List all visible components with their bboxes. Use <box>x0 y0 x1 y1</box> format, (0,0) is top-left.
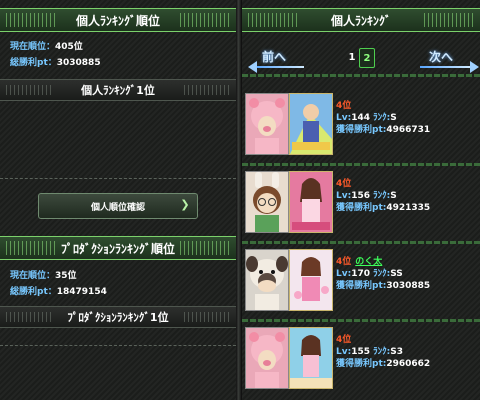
chevron-right-icon: ❯ <box>180 198 190 211</box>
row-info: 4位 Lv:155 ﾗﾝｸ:S3 獲得勝利pt:2960662 <box>336 335 431 369</box>
production-total-points: 総勝利pt：18479154 <box>10 287 107 297</box>
ranking-row[interactable]: 4位 Lv:156 ﾗﾝｸ:S 獲得勝利pt:4921335 <box>242 168 480 246</box>
idol-card-image <box>289 327 333 389</box>
divider <box>0 178 236 179</box>
pig-avatar-icon <box>245 93 289 155</box>
next-arrow-icon <box>420 66 470 68</box>
row-separator <box>242 163 480 166</box>
production-ranking-header: ﾌﾟﾛﾀﾞｸｼｮﾝﾗﾝｷﾝｸﾞ順位 <box>0 236 236 260</box>
prev-arrow-icon <box>256 66 304 68</box>
current-rank: 現在順位：405位 <box>10 42 83 52</box>
personal-ranking-header: 個人ﾗﾝｷﾝｸﾞ順位 <box>0 8 236 32</box>
idol-card-image <box>289 249 333 311</box>
pig-avatar-icon <box>245 327 289 389</box>
personal-ranking-header-label: 個人ﾗﾝｷﾝｸﾞ順位 <box>75 13 160 28</box>
idol-card-image <box>289 93 333 155</box>
personal-top-header: 個人ﾗﾝｷﾝｸﾞ1位 <box>0 79 236 101</box>
divider <box>0 345 236 346</box>
production-current-rank: 現在順位：35位 <box>10 271 77 281</box>
right-panel: 個人ﾗﾝｷﾝｸﾞ 前へ 1 2 次へ 4位 Lv:144 ﾗﾝｸ:S 獲得勝利p… <box>242 0 480 400</box>
divider <box>242 74 480 77</box>
ranking-list-header: 個人ﾗﾝｷﾝｸﾞ <box>242 8 480 32</box>
personal-rank-confirm-button[interactable]: 個人順位確認 ❯ <box>38 193 198 219</box>
row-separator <box>242 241 480 244</box>
total-points: 総勝利pt：3030885 <box>10 58 101 68</box>
ranking-row[interactable]: 4位 のく太 Lv:170 ﾗﾝｸ:SS 獲得勝利pt:3030885 <box>242 246 480 324</box>
next-arrow-tip <box>470 61 479 73</box>
production-top-header: ﾌﾟﾛﾀﾞｸｼｮﾝﾗﾝｷﾝｸﾞ1位 <box>0 306 236 328</box>
row-separator <box>242 319 480 322</box>
next-page-button[interactable]: 次へ <box>429 48 453 66</box>
idol-card-image <box>289 171 333 233</box>
prev-arrow-tip <box>248 61 257 73</box>
left-panel: 個人ﾗﾝｷﾝｸﾞ順位 現在順位：405位 総勝利pt：3030885 個人ﾗﾝｷ… <box>0 0 236 400</box>
row-info: 4位 Lv:144 ﾗﾝｸ:S 獲得勝利pt:4966731 <box>336 101 431 135</box>
pug-avatar-icon <box>245 249 289 311</box>
ranking-row[interactable]: 4位 Lv:155 ﾗﾝｸ:S3 獲得勝利pt:2960662 <box>242 324 480 400</box>
page-1[interactable]: 1 <box>345 48 359 66</box>
row-info: 4位 Lv:156 ﾗﾝｸ:S 獲得勝利pt:4921335 <box>336 179 431 213</box>
page-2-current[interactable]: 2 <box>359 48 375 68</box>
row-info: 4位 のく太 Lv:170 ﾗﾝｸ:SS 獲得勝利pt:3030885 <box>336 257 431 291</box>
ranking-row[interactable]: 4位 Lv:144 ﾗﾝｸ:S 獲得勝利pt:4966731 <box>242 90 480 168</box>
prev-page-button[interactable]: 前へ <box>262 48 286 66</box>
player-name-link[interactable]: のく太 <box>355 257 382 267</box>
bunny-avatar-icon <box>245 171 289 233</box>
